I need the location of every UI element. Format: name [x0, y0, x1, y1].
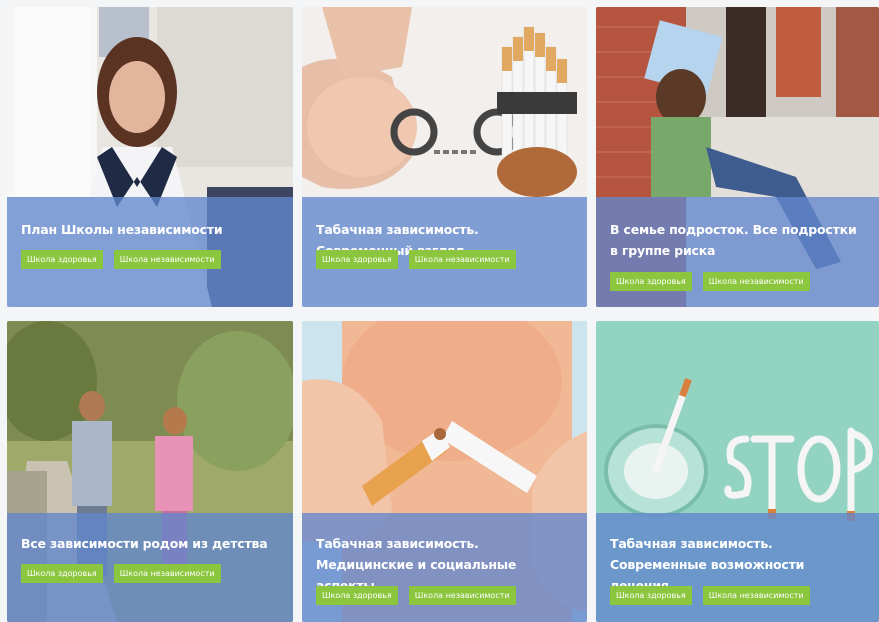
tag-independence-school[interactable]: Школа независимости	[702, 272, 810, 291]
tag-health-school[interactable]: Школа здоровья	[316, 586, 398, 605]
tag-health-school[interactable]: Школа здоровья	[316, 250, 398, 269]
article-card[interactable]: Табачная зависимость. Медицинские и соци…	[302, 321, 587, 622]
tag-health-school[interactable]: Школа здоровья	[21, 564, 103, 583]
tag-independence-school[interactable]: Школа независимости	[408, 250, 516, 269]
article-card[interactable]: Все зависимости родом из детства Школа з…	[7, 321, 293, 622]
tag-independence-school[interactable]: Школа независимости	[702, 586, 810, 605]
article-card[interactable]: План Школы независимости Школа здоровья …	[7, 7, 293, 307]
article-card[interactable]: В семье подросток. Все подростки в групп…	[596, 7, 879, 307]
article-card[interactable]: Табачная зависимость. Современный взгляд…	[302, 7, 587, 307]
card-title[interactable]: План Школы независимости	[21, 219, 279, 240]
card-title[interactable]: В семье подросток. Все подростки в групп…	[610, 219, 865, 261]
tag-independence-school[interactable]: Школа независимости	[113, 250, 221, 269]
tag-independence-school[interactable]: Школа независимости	[408, 586, 516, 605]
tag-health-school[interactable]: Школа здоровья	[610, 272, 692, 291]
card-title[interactable]: Все зависимости родом из детства	[21, 533, 279, 554]
article-card[interactable]: Табачная зависимость. Современные возмож…	[596, 321, 879, 622]
tag-health-school[interactable]: Школа здоровья	[610, 586, 692, 605]
tag-health-school[interactable]: Школа здоровья	[21, 250, 103, 269]
tag-independence-school[interactable]: Школа независимости	[113, 564, 221, 583]
